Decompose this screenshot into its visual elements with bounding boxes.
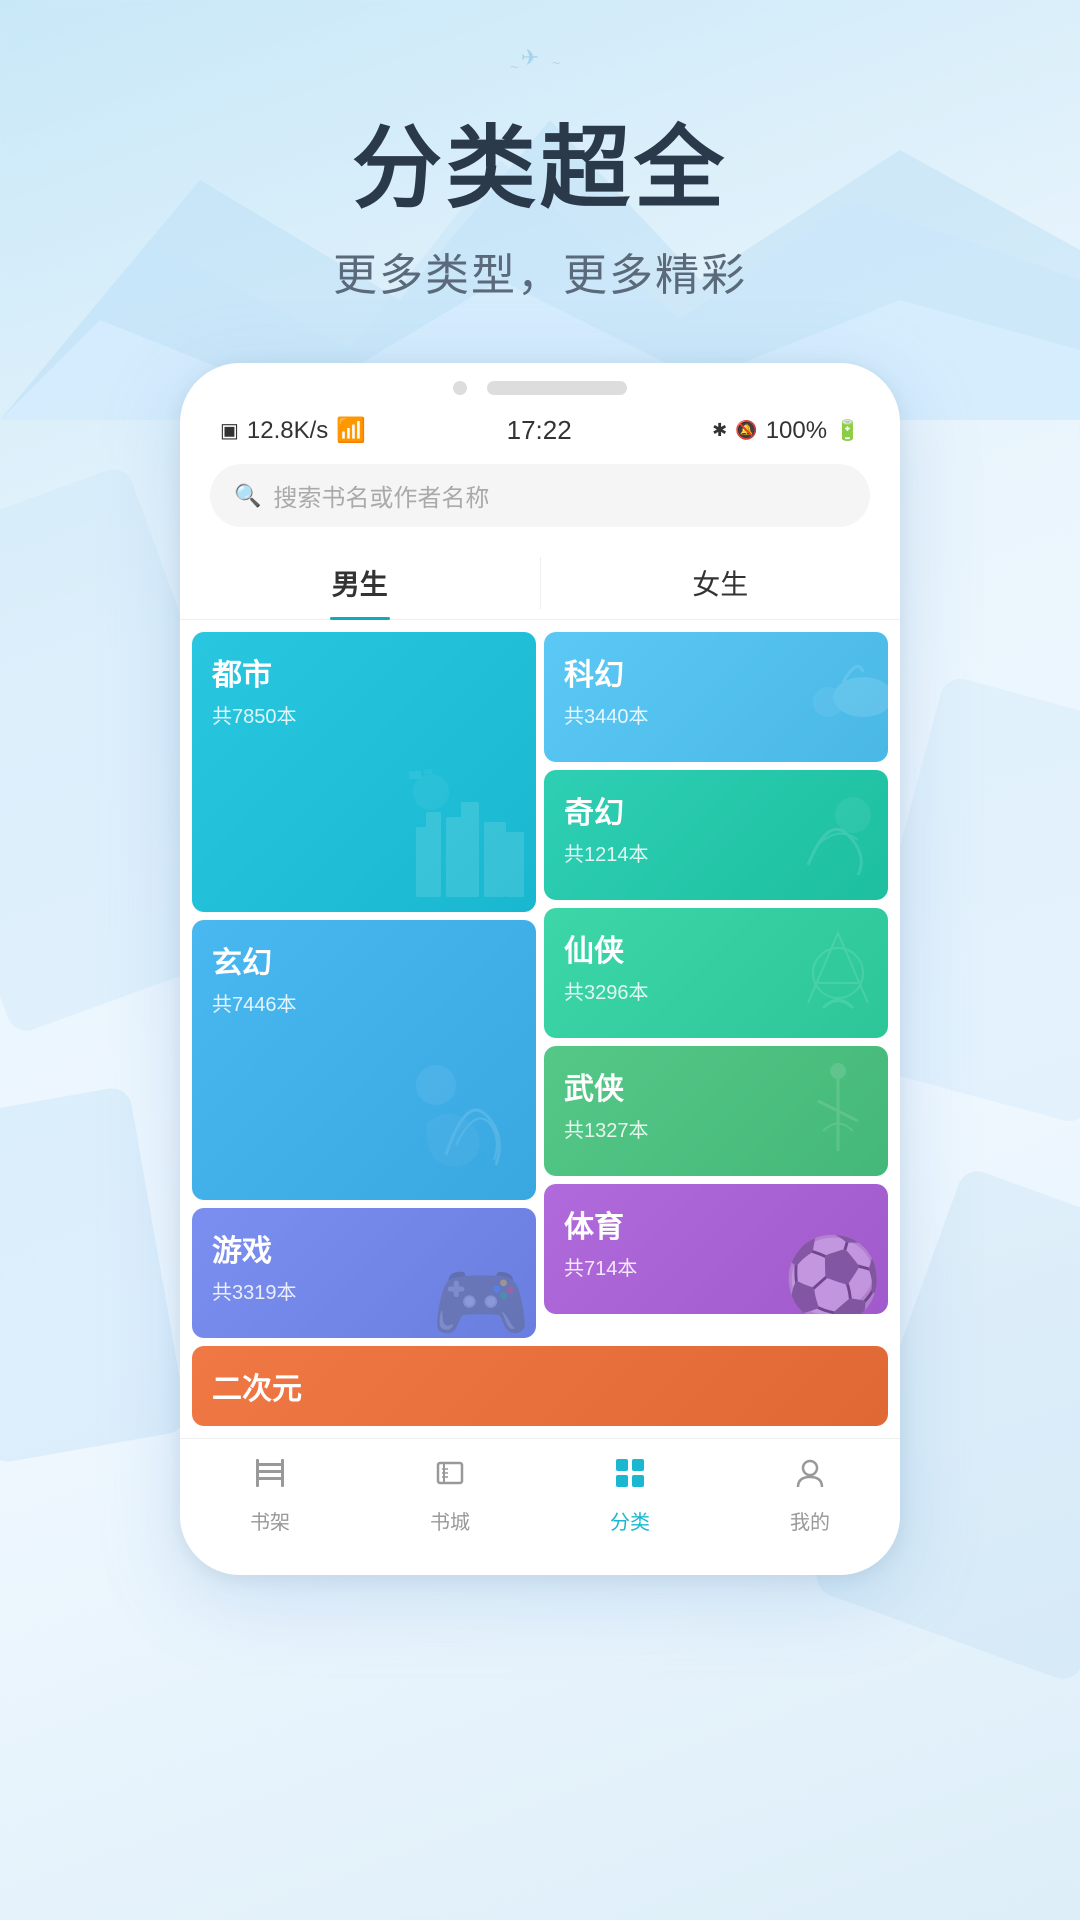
category-card-仙侠[interactable]: 仙侠 共3296本 (544, 908, 888, 1038)
category-card-奇幻[interactable]: 奇幻 共1214本 (544, 770, 888, 900)
sports-icon: ⚽ (783, 1239, 883, 1314)
status-bar: ▣ 12.8K/s 📶 17:22 ✱ 🔕 100% 🔋 (180, 405, 900, 454)
hero-section: 分类超全 更多类型，更多精彩 (0, 0, 1080, 303)
phone-mockup: ▣ 12.8K/s 📶 17:22 ✱ 🔕 100% 🔋 🔍 搜索书名或作者名称… (180, 363, 900, 1575)
category-col-left: 都市 共7850本 (192, 632, 536, 1338)
category-card-inner: 二次元 (192, 1346, 888, 1426)
category-tabs: 男生 女生 (180, 547, 900, 620)
status-right: ✱ 🔕 100% 🔋 (712, 417, 860, 445)
phone-top-bar (180, 363, 900, 405)
tab-male[interactable]: 男生 (180, 547, 540, 619)
silent-icon: 🔕 (735, 420, 757, 441)
category-card-inner: 奇幻 共1214本 (544, 770, 888, 900)
fantasy2-icon (788, 785, 888, 900)
status-time: 17:22 (507, 415, 572, 446)
game-icon: 🎮 (431, 1263, 531, 1338)
category-card-都市[interactable]: 都市 共7850本 (192, 632, 536, 912)
category-card-体育[interactable]: 体育 共714本 ⚽ (544, 1184, 888, 1314)
category-card-科幻[interactable]: 科幻 共3440本 (544, 632, 888, 762)
xianxia-icon (788, 923, 888, 1038)
category-card-inner: 武侠 共1327本 (544, 1046, 888, 1176)
nav-label-category: 分类 (610, 1506, 650, 1535)
status-left: ▣ 12.8K/s 📶 (220, 416, 366, 445)
nav-item-category[interactable]: 分类 (540, 1455, 720, 1535)
bluetooth-icon: ✱ (712, 420, 727, 441)
nav-item-bookstore[interactable]: 书城 (360, 1455, 540, 1535)
phone-dot (453, 381, 467, 395)
search-icon: 🔍 (234, 483, 261, 509)
category-card-inner: 游戏 共3319本 🎮 (192, 1208, 536, 1338)
nav-label-profile: 我的 (790, 1506, 830, 1535)
cat-name-都市: 都市 (212, 650, 516, 694)
bookshelf-icon (252, 1455, 288, 1500)
nav-item-profile[interactable]: 我的 (720, 1455, 900, 1535)
bottom-navigation: 书架 书城 (180, 1438, 900, 1545)
hero-subtitle: 更多类型，更多精彩 (0, 239, 1080, 303)
category-card-玄幻[interactable]: 玄幻 共7446本 (192, 920, 536, 1200)
cat-name-玄幻: 玄幻 (212, 938, 516, 982)
profile-icon (792, 1455, 828, 1500)
network-speed: 12.8K/s (247, 417, 328, 445)
category-card-inner: 科幻 共3440本 (544, 632, 888, 762)
category-card-inner: 体育 共714本 ⚽ (544, 1184, 888, 1314)
bookstore-icon (432, 1455, 468, 1500)
search-bar[interactable]: 🔍 搜索书名或作者名称 (210, 464, 870, 527)
nav-label-bookshelf: 书架 (250, 1506, 290, 1535)
bg-shape-bottom-left (0, 1085, 189, 1464)
category-card-二次元[interactable]: 二次元 (192, 1346, 888, 1426)
category-card-inner: 都市 共7850本 (192, 632, 536, 912)
search-placeholder: 搜索书名或作者名称 (273, 478, 489, 513)
cat-name-二次元: 二次元 (212, 1364, 868, 1408)
scifi-icon (788, 647, 888, 762)
category-card-武侠[interactable]: 武侠 共1327本 (544, 1046, 888, 1176)
cat-count-都市: 共7850本 (212, 700, 516, 729)
tab-female[interactable]: 女生 (541, 547, 901, 619)
phone-pill (487, 381, 627, 395)
category-col-right: 科幻 共3440本 奇幻 (544, 632, 888, 1338)
battery-percent: 100% (766, 417, 827, 445)
fantasy-icon (406, 1055, 536, 1200)
category-card-inner: 玄幻 共7446本 (192, 920, 536, 1200)
sim-icon: ▣ (220, 418, 239, 443)
category-icon (612, 1455, 648, 1500)
cat-count-玄幻: 共7446本 (212, 988, 516, 1017)
nav-item-bookshelf[interactable]: 书架 (180, 1455, 360, 1535)
hero-title: 分类超全 (0, 120, 1080, 219)
battery-icon: 🔋 (835, 418, 860, 443)
category-card-游戏[interactable]: 游戏 共3319本 🎮 (192, 1208, 536, 1338)
nav-label-bookstore: 书城 (430, 1506, 470, 1535)
wuxia-icon (788, 1061, 888, 1176)
partial-row: 二次元 (192, 1346, 888, 1426)
city-icon (406, 767, 536, 912)
wifi-icon: 📶 (336, 416, 366, 445)
category-card-inner: 仙侠 共3296本 (544, 908, 888, 1038)
phone-mockup-container: ▣ 12.8K/s 📶 17:22 ✱ 🔕 100% 🔋 🔍 搜索书名或作者名称… (180, 363, 900, 1575)
category-grid: 都市 共7850本 (180, 620, 900, 1338)
